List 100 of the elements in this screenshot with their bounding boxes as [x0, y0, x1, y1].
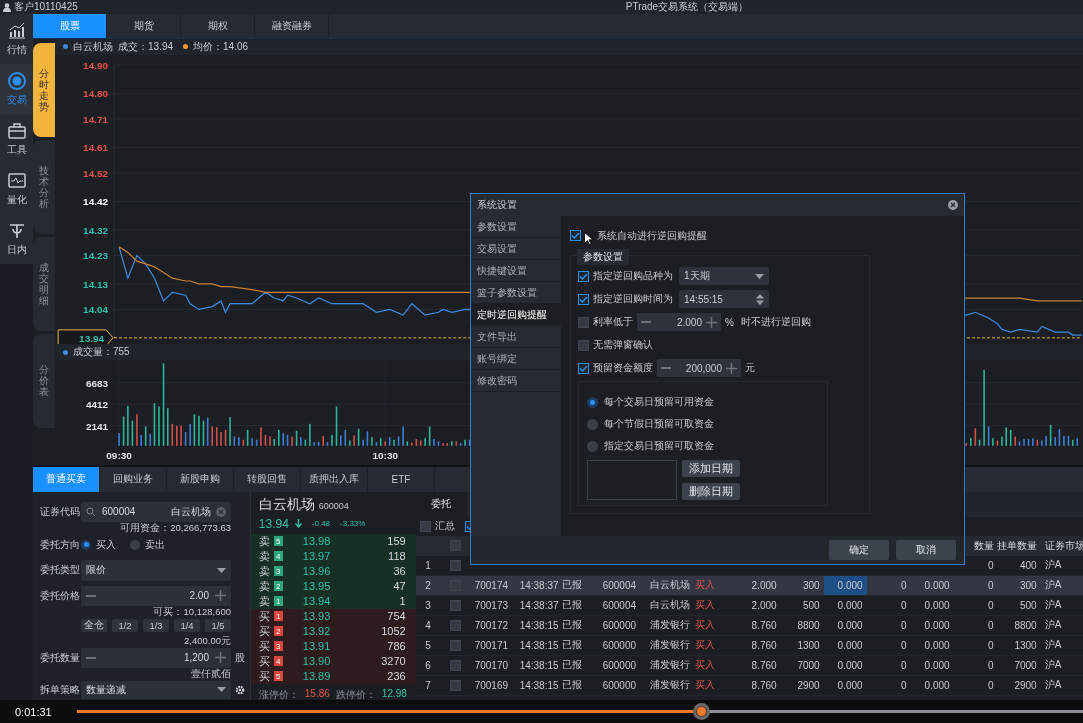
price-stepper[interactable]: 2.00: [81, 585, 231, 606]
direction-radio[interactable]: 卖出: [130, 537, 165, 552]
market-tab[interactable]: 融资融券: [255, 14, 329, 38]
sidebar-item[interactable]: 交易: [0, 64, 33, 114]
row-checkbox[interactable]: [450, 639, 462, 651]
sidebar-item[interactable]: 工具: [0, 114, 33, 164]
spin-arrows-icon[interactable]: [756, 293, 764, 305]
table-cell: 600000: [602, 639, 636, 651]
progress-thumb[interactable]: [692, 703, 710, 720]
term-dropdown[interactable]: 1天期: [679, 267, 769, 285]
order-row[interactable]: 7 700169 14:38:15 已报 600000 浦发银行 买入 8.760 2900 0.000 0 0.000 0 2900 沪A: [415, 675, 1083, 696]
column-header[interactable]: 数量: [973, 538, 994, 553]
ratio-button[interactable]: 1/4: [174, 618, 200, 632]
filter-checkbox[interactable]: [419, 520, 431, 532]
settings-nav-item[interactable]: 参数设置: [471, 216, 561, 238]
order-row[interactable]: 4 700172 14:38:15 已报 600000 浦发银行 买入 8.760 8800 0.000 0 0.000 0 8800 沪A: [415, 615, 1083, 636]
option-checkbox[interactable]: [578, 316, 589, 328]
ratio-button[interactable]: 1/2: [112, 618, 138, 632]
table-cell: 700169: [474, 679, 508, 691]
option-checkbox[interactable]: [578, 270, 589, 282]
order-row[interactable]: 2 700174 14:38:37 已报 600004 白云机场 买入 2.000 300 0.000 0 0.000 0 300 沪A: [415, 575, 1083, 596]
row-checkbox[interactable]: [450, 599, 462, 611]
amount-stepper[interactable]: 200,000: [657, 359, 741, 377]
date-button[interactable]: 添加日期: [682, 460, 740, 477]
trade-tab[interactable]: 回购业务: [100, 466, 167, 492]
trade-tab[interactable]: 新股申购: [167, 466, 234, 492]
field-label: 委托数量: [40, 650, 81, 665]
table-cell: 600000: [602, 619, 636, 631]
trade-tab[interactable]: 转股回售: [234, 466, 301, 492]
row-number: 4: [425, 619, 431, 631]
select-all-checkbox[interactable]: [450, 540, 462, 552]
row-checkbox[interactable]: [450, 619, 462, 631]
settings-nav-item[interactable]: 交易设置: [471, 238, 561, 260]
sidebar-item[interactable]: 行情: [0, 14, 33, 64]
column-header[interactable]: 挂单数量: [996, 538, 1037, 553]
quote-price: 13.91: [302, 640, 332, 653]
progress-track[interactable]: [77, 703, 1083, 720]
row-checkbox[interactable]: [450, 659, 462, 671]
side-label: 卖: [258, 593, 270, 609]
market-tab[interactable]: 期货: [107, 14, 181, 38]
reserve-radio[interactable]: 每个节假日预留可取资金: [587, 413, 827, 435]
chart-tab[interactable]: 成交明细: [33, 236, 55, 331]
settings-nav-item[interactable]: 修改密码: [471, 370, 561, 392]
table-cell: 0: [988, 579, 994, 591]
market-tab[interactable]: 期权: [181, 14, 255, 38]
row-checkbox[interactable]: [450, 559, 462, 571]
code-search-field[interactable]: 600004 白云机场: [81, 501, 231, 522]
legend-label: 成交量：755: [73, 345, 130, 360]
settings-icon[interactable]: [235, 684, 245, 695]
order-row[interactable]: 6 700170 14:38:15 已报 600000 浦发银行 买入 8.760 7000 0.000 0 0.000 0 7000 沪A: [415, 655, 1083, 676]
reserve-radio[interactable]: 指定交易日预留可取资金: [587, 435, 827, 457]
table-cell: 2.000: [751, 599, 777, 611]
order-row[interactable]: 5 700171 14:38:15 已报 600000 浦发银行 买入 8.760 1300 0.000 0 0.000 0 1300 沪A: [415, 635, 1083, 656]
plus-icon[interactable]: [215, 590, 226, 602]
field-label: 委托类型: [40, 563, 81, 578]
plus-icon[interactable]: [215, 652, 226, 664]
caret-icon: [755, 273, 764, 279]
chart-tab[interactable]: 技术分析: [33, 139, 55, 234]
dialog-button[interactable]: 确定: [829, 540, 889, 560]
volume-bar: [987, 426, 990, 446]
time-field[interactable]: 14:55:15: [679, 290, 769, 308]
amount-stepper[interactable]: 2.000: [637, 313, 721, 331]
table-cell: 0.000: [924, 619, 950, 631]
split-strategy-dropdown[interactable]: 数量递减: [81, 680, 231, 699]
option-checkbox[interactable]: [578, 362, 589, 374]
side-label: 卖: [258, 548, 270, 564]
chart-tab[interactable]: 分时走势: [33, 42, 55, 137]
minus-icon[interactable]: [86, 594, 96, 597]
order-type-dropdown[interactable]: 限价: [81, 559, 231, 581]
settings-nav-item[interactable]: 快捷键设置: [471, 260, 561, 282]
table-cell: 2900: [797, 679, 820, 691]
settings-nav-item[interactable]: 账号绑定: [471, 348, 561, 370]
date-list[interactable]: [587, 460, 677, 500]
dialog-button[interactable]: 取消: [896, 540, 956, 560]
trade-tab[interactable]: ETF: [368, 466, 435, 492]
option-checkbox[interactable]: [578, 293, 589, 305]
reserve-radio[interactable]: 每个交易日预留可用资金: [587, 391, 827, 413]
volume-bar: [437, 441, 440, 446]
plus-icon[interactable]: [706, 316, 717, 328]
sidebar-item[interactable]: 日内: [0, 214, 33, 264]
option-checkbox[interactable]: [578, 339, 589, 351]
settings-nav-item[interactable]: 文件导出: [471, 326, 561, 348]
enable-checkbox[interactable]: [570, 230, 581, 241]
ratio-button[interactable]: 1/5: [205, 618, 231, 632]
minus-icon[interactable]: [86, 656, 96, 659]
direction-radio[interactable]: 买入: [81, 537, 116, 552]
table-cell: 600000: [602, 659, 636, 671]
close-icon[interactable]: [948, 200, 958, 210]
chart-tab[interactable]: 分价表: [33, 333, 55, 428]
plus-icon[interactable]: [726, 362, 737, 374]
ratio-button[interactable]: 全仓: [81, 618, 107, 632]
row-checkbox[interactable]: [450, 679, 462, 691]
quantity-stepper[interactable]: 1,200: [81, 647, 231, 668]
ratio-button[interactable]: 1/3: [143, 618, 169, 632]
clear-icon[interactable]: [216, 506, 226, 517]
date-button[interactable]: 删除日期: [682, 483, 740, 500]
sidebar-item[interactable]: 量化: [0, 164, 33, 214]
trade-tab[interactable]: 质押出入库: [301, 466, 368, 492]
order-row[interactable]: 3 700173 14:38:37 已报 600004 白云机场 买入 2.000 500 0.000 0 0.000 0 500 沪A: [415, 595, 1083, 616]
settings-nav-item[interactable]: 定时逆回购提醒: [471, 304, 561, 326]
